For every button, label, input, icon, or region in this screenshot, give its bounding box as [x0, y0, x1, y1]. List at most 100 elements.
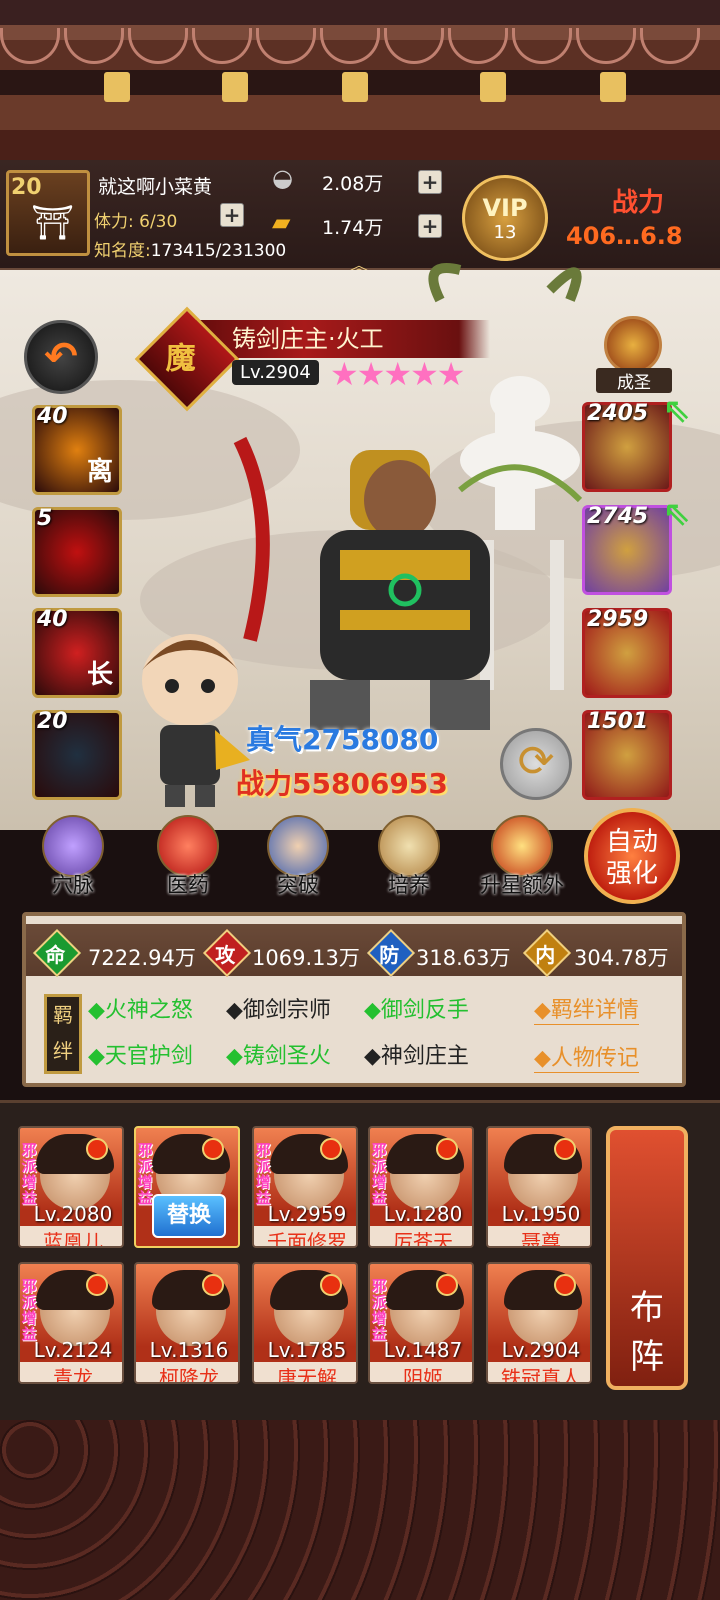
- roof-tile: [64, 28, 124, 64]
- equipment-count: 1501: [587, 709, 649, 734]
- floor-decoration: [0, 1420, 720, 1600]
- stat-icon-text: 命: [45, 942, 66, 967]
- roof-tile: [512, 28, 572, 64]
- upgrade-arrow-icon: ⇖: [662, 391, 692, 431]
- bond-item[interactable]: ◆铸剑圣火: [226, 1038, 331, 1070]
- evil-sect-bonus-tag: 邪派增益: [255, 1141, 271, 1207]
- notification-dot-icon: [86, 1274, 108, 1296]
- roster-hero-card[interactable]: Lv.2904 铁冠真人: [486, 1262, 592, 1384]
- inner-force-icon: 内: [522, 928, 572, 978]
- skill-count: 20: [37, 709, 68, 734]
- notification-dot-icon: [554, 1274, 576, 1296]
- swap-hero-button[interactable]: ⟳: [500, 728, 572, 800]
- silver-ingot-icon: ◒: [272, 164, 293, 192]
- skill-slot[interactable]: 40 离: [32, 404, 122, 495]
- buddha-icon: [604, 316, 662, 374]
- evil-sect-bonus-tag: 邪派增益: [371, 1277, 387, 1343]
- roof-tile: [320, 28, 380, 64]
- notification-dot-icon: [320, 1274, 342, 1296]
- add-gold-button[interactable]: +: [418, 214, 442, 238]
- back-button[interactable]: ↶: [24, 320, 98, 394]
- skill-slot[interactable]: 20: [32, 709, 122, 800]
- skill-count: 40: [37, 404, 68, 429]
- func-label: 培养: [388, 873, 430, 897]
- treasure-box-icon: [491, 815, 553, 877]
- func-star-up-extra[interactable]: 升星额外: [470, 815, 574, 899]
- roster-hero-level: Lv.1316: [149, 1338, 229, 1362]
- func-medicine[interactable]: 医药: [145, 815, 231, 899]
- stat-inner-value: 304.78万: [574, 946, 669, 970]
- equipment-slot-mount[interactable]: 1501: [582, 709, 672, 800]
- roof-tile: [0, 28, 60, 64]
- roof-tile: [576, 28, 636, 64]
- auto-enhance-button[interactable]: 自动 强化: [584, 808, 680, 904]
- roster-hero-name: 阴姬: [370, 1362, 472, 1382]
- func-breakthrough[interactable]: 突破: [255, 815, 341, 899]
- bond-detail-link[interactable]: ◆羁绊详情: [534, 992, 639, 1025]
- notification-dot-icon: [436, 1138, 458, 1160]
- lantern: [600, 72, 626, 102]
- attribute-row: 命 7222.94万 攻 1069.13万 防 318.63万 内 304.78…: [26, 924, 682, 978]
- func-acupoint[interactable]: 穴脉: [30, 815, 116, 899]
- roster-hero-name: 铁冠真人: [488, 1362, 590, 1382]
- bond-label-tag: 羁绊: [44, 994, 82, 1074]
- sect-badge-text: 魔: [165, 341, 196, 377]
- roster-hero-name: 蓝凰儿: [20, 1226, 122, 1246]
- formation-button[interactable]: 布 阵: [606, 1126, 688, 1390]
- roof-tile: [192, 28, 252, 64]
- func-label: 突破: [277, 873, 319, 897]
- player-name: 就这啊小菜黄: [98, 176, 213, 198]
- stat-defense-value: 318.63万: [416, 946, 511, 970]
- roster-hero-card[interactable]: 邪派增益 Lv.2124 青龙: [18, 1262, 124, 1384]
- bond-item[interactable]: ◆御剑反手: [364, 992, 469, 1024]
- upgrade-arrow-icon: ⇖: [662, 494, 692, 534]
- stamina-text: 体力: 6/30: [94, 212, 178, 232]
- life-icon: 命: [32, 928, 82, 978]
- skill-slot[interactable]: 5: [32, 506, 122, 597]
- player-avatar[interactable]: 20 ⛩: [6, 170, 90, 256]
- add-silver-button[interactable]: +: [418, 170, 442, 194]
- lantern: [342, 72, 368, 102]
- roster-hero-card[interactable]: Lv.1785 唐无解: [252, 1262, 358, 1384]
- roster-hero-card[interactable]: Lv.1950 聂尊: [486, 1126, 592, 1248]
- func-cultivate[interactable]: 培养: [366, 815, 452, 899]
- func-label: 穴脉: [52, 873, 94, 897]
- meridian-icon: [42, 815, 104, 877]
- evil-sect-bonus-tag: 邪派增益: [137, 1141, 153, 1207]
- stat-icon-text: 内: [535, 942, 556, 967]
- skill-slot[interactable]: 40 长: [32, 607, 122, 698]
- skill-glyph: 离: [86, 457, 113, 487]
- roster-hero-card[interactable]: 邪派增益 Lv.2959 千面修罗: [252, 1126, 358, 1248]
- roster-hero-card[interactable]: 邪派增益 Lv.1487 阴姬: [368, 1262, 474, 1384]
- vip-badge[interactable]: VIP 13: [462, 175, 548, 261]
- lantern: [480, 72, 506, 102]
- bond-item[interactable]: ◆天官护剑: [88, 1038, 193, 1070]
- add-stamina-button[interactable]: +: [220, 203, 244, 227]
- fame-text: 知名度:173415/231300: [94, 236, 286, 261]
- lantern: [104, 72, 130, 102]
- vip-label: VIP: [482, 194, 528, 222]
- roster-hero-card[interactable]: Lv.1316 柯降龙: [134, 1262, 240, 1384]
- skill-count: 40: [37, 607, 68, 632]
- defense-icon: 防: [366, 928, 416, 978]
- replace-button[interactable]: 替换: [152, 1194, 226, 1238]
- biography-link[interactable]: ◆人物传记: [534, 1040, 639, 1073]
- bond-item[interactable]: ◆火神之怒: [88, 992, 193, 1024]
- bond-item[interactable]: ◆神剑庄主: [364, 1038, 469, 1070]
- skill-count: 5: [37, 506, 53, 531]
- roster-hero-card[interactable]: 邪派增益 Lv.1280 厉苍天: [368, 1126, 474, 1248]
- combat-power-value: 406…6.8: [566, 222, 683, 250]
- silver-amount: 2.08万: [322, 173, 384, 195]
- notification-dot-icon: [86, 1138, 108, 1160]
- attribute-panel: 命 7222.94万 攻 1069.13万 防 318.63万 内 304.78…: [22, 912, 686, 1087]
- roster-hero-card[interactable]: 邪派增益 替换: [134, 1126, 240, 1248]
- hero-power-value: 战力55806953: [236, 767, 448, 800]
- roster-hero-level: Lv.1785: [267, 1338, 347, 1362]
- pagoda-icon: ⛩: [31, 203, 75, 243]
- player-level: 20: [11, 175, 42, 200]
- gold-amount: 1.74万: [322, 217, 384, 239]
- roster-hero-name: 聂尊: [488, 1226, 590, 1246]
- bond-item[interactable]: ◆御剑宗师: [226, 992, 331, 1024]
- breakthrough-icon: [267, 815, 329, 877]
- roster-hero-card[interactable]: 邪派增益 Lv.2080 蓝凰儿: [18, 1126, 124, 1248]
